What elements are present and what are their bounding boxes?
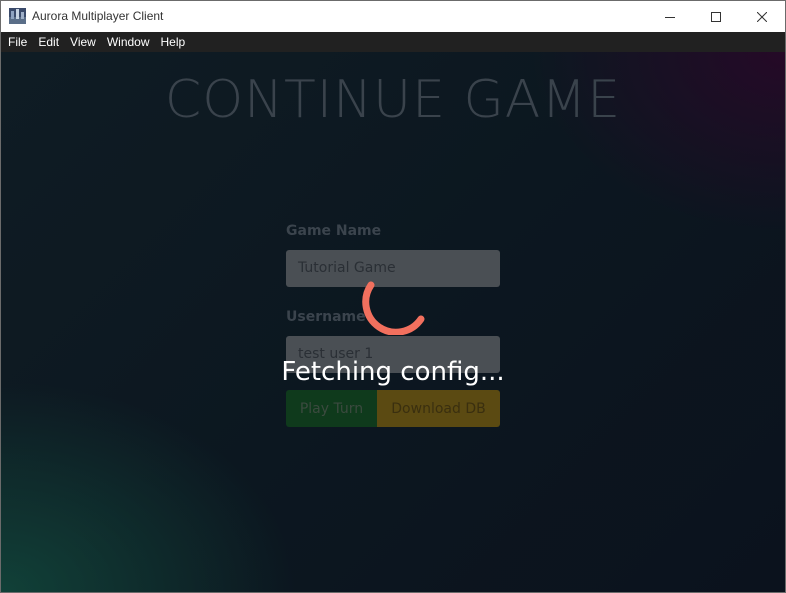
title-bar[interactable]: Aurora Multiplayer Client — [1, 1, 785, 32]
menu-bar: File Edit View Window Help — [1, 32, 785, 52]
close-icon — [757, 11, 767, 22]
menu-view[interactable]: View — [66, 32, 100, 52]
close-button[interactable] — [739, 1, 785, 32]
window-title: Aurora Multiplayer Client — [32, 9, 164, 23]
minimize-button[interactable] — [647, 1, 693, 32]
loading-text: Fetching config... — [281, 357, 505, 387]
aurora-app-icon — [9, 8, 26, 24]
app-window: Aurora Multiplayer Client File Edit View… — [0, 0, 786, 593]
maximize-button[interactable] — [693, 1, 739, 32]
menu-window[interactable]: Window — [103, 32, 154, 52]
menu-edit[interactable]: Edit — [34, 32, 63, 52]
minimize-icon — [665, 12, 675, 22]
menu-file[interactable]: File — [4, 32, 31, 52]
loading-spinner-icon — [357, 275, 427, 336]
main-content: CONTINUE GAME Game Name Tutorial Game Us… — [1, 52, 785, 592]
loading-overlay: Fetching config... — [1, 52, 785, 592]
menu-help[interactable]: Help — [157, 32, 190, 52]
maximize-icon — [711, 11, 721, 22]
